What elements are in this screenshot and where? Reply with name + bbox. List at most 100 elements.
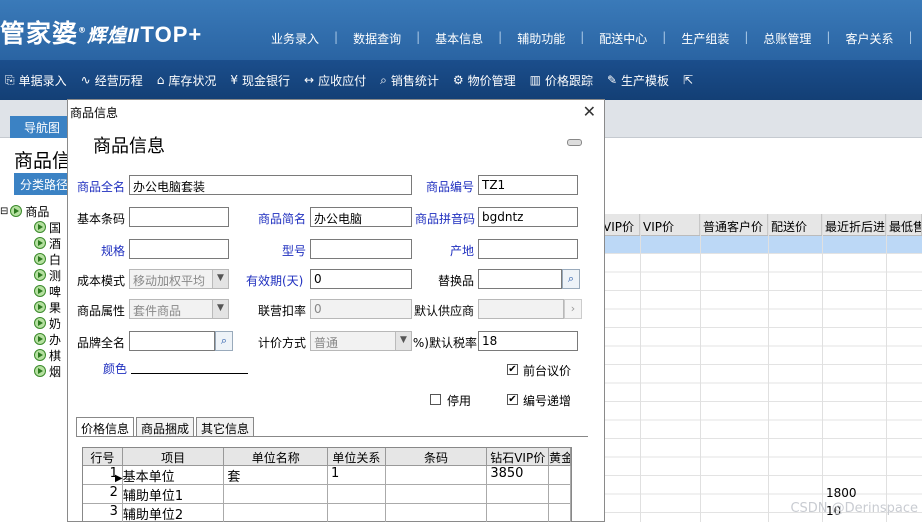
attr-select[interactable]: 套件商品 ▼ — [129, 299, 229, 319]
table-cell[interactable] — [487, 485, 550, 503]
row-item: 基本单位 — [122, 470, 175, 484]
table-row[interactable]: 3 辅助单位2 — [83, 504, 571, 522]
tree-item[interactable]: 果 — [0, 299, 70, 315]
table-row[interactable]: 1 ▶基本单位套 1 3850 — [83, 466, 571, 485]
price-column-header[interactable]: 行号 — [83, 448, 123, 465]
front-bargain-checkbox[interactable]: ✔ — [507, 364, 518, 375]
close-icon[interactable]: ✕ — [583, 102, 596, 121]
tab-other-info[interactable]: 其它信息 — [196, 417, 255, 437]
search-icon[interactable]: ⌕ — [215, 331, 233, 351]
pinyin-input[interactable]: bgdntz — [478, 207, 578, 227]
origin-input[interactable] — [478, 239, 578, 259]
collapse-button[interactable] — [567, 139, 582, 146]
cost-mode-select[interactable]: 移动加权平均 ▼ — [129, 269, 229, 289]
pricing-select[interactable]: 普通 ▼ — [310, 331, 412, 351]
spec-input[interactable] — [129, 239, 229, 259]
tree-item[interactable]: 测 — [0, 267, 70, 283]
table-cell[interactable] — [549, 466, 571, 484]
table-cell[interactable]: 辅助单位2 — [115, 504, 225, 522]
toolbar-button[interactable]: ∿ 经营历程 — [76, 72, 152, 89]
menu-item[interactable]: 生产组装 — [666, 30, 744, 47]
table-cell[interactable] — [224, 504, 328, 522]
toolbar-button[interactable]: ⇱ — [678, 73, 706, 87]
table-cell[interactable] — [487, 504, 550, 522]
expiry-input[interactable]: 0 — [310, 269, 412, 289]
tree-item[interactable]: 酒 — [0, 235, 70, 251]
model-input[interactable] — [310, 239, 412, 259]
price-column-header[interactable]: 单位关系 — [328, 448, 386, 465]
menu-item[interactable]: 基本信息 — [420, 30, 498, 47]
table-cell[interactable] — [224, 485, 328, 503]
substitute-input[interactable] — [478, 269, 562, 289]
toolbar-button[interactable]: ⌕ 销售统计 — [375, 72, 448, 89]
full-name-input[interactable]: 办公电脑套装 — [129, 175, 412, 195]
price-column-header[interactable]: 单位名称 — [224, 448, 328, 465]
search-icon[interactable]: ⌕ — [562, 269, 580, 289]
toolbar-button[interactable]: ▥ 价格跟踪 — [525, 72, 602, 89]
tree-label: 白 — [49, 252, 62, 267]
tree-item[interactable]: 烟 — [0, 363, 70, 379]
menu-item[interactable]: 辅助功能 — [502, 30, 580, 47]
toolbar-button[interactable]: ✎ 生产模板 — [602, 72, 678, 89]
menu-item[interactable]: 配送中心 — [584, 30, 662, 47]
search-icon[interactable]: › — [564, 299, 582, 319]
toolbar-button[interactable]: ⌂ 库存状况 — [152, 72, 226, 89]
table-row[interactable]: 2 辅助单位1 — [83, 485, 571, 504]
menu-item[interactable]: 业务录入 — [256, 30, 334, 47]
table-cell[interactable] — [549, 504, 571, 522]
menu-item[interactable]: 总账管理 — [748, 30, 826, 47]
tree-item[interactable]: 白 — [0, 251, 70, 267]
tab-navigation[interactable]: 导航图 — [10, 116, 72, 138]
tree-item[interactable]: 棋 — [0, 347, 70, 363]
tree-item[interactable]: 啤 — [0, 283, 70, 299]
tab-price-info[interactable]: 价格信息 — [76, 417, 135, 437]
tab-bundle[interactable]: 商品捆成 — [136, 417, 195, 437]
table-cell[interactable]: 套 — [224, 466, 328, 484]
table-cell[interactable]: ▶基本单位 — [115, 466, 225, 484]
menu-item[interactable]: 系 — [913, 30, 922, 47]
category-path-button[interactable]: 分类路径 — [14, 173, 74, 195]
color-field[interactable] — [131, 373, 248, 374]
table-cell[interactable] — [328, 485, 386, 503]
table-cell[interactable]: 3850 — [487, 466, 550, 484]
category-icon — [34, 333, 46, 345]
tree-label: 商品 — [25, 204, 50, 219]
code-input[interactable]: TZ1 — [478, 175, 578, 195]
dialog-titlebar[interactable]: 商品信息 ✕ — [68, 100, 604, 122]
table-cell[interactable] — [386, 485, 488, 503]
tree-item[interactable]: 办 — [0, 331, 70, 347]
table-cell[interactable]: 辅助单位1 — [115, 485, 225, 503]
menu-item[interactable]: 数据查询 — [338, 30, 416, 47]
table-cell[interactable] — [328, 504, 386, 522]
auto-increment-checkbox[interactable]: ✔ — [507, 394, 518, 405]
table-cell[interactable] — [386, 466, 488, 484]
toolbar-button[interactable]: ↔ 应收应付 — [299, 72, 375, 89]
barcode-input[interactable] — [129, 207, 229, 227]
tax-input[interactable]: 18 — [478, 331, 578, 351]
gear-icon: ⚙ — [452, 73, 464, 87]
joint-rate-input[interactable]: 0 — [310, 299, 412, 319]
short-name-input[interactable]: 办公电脑 — [310, 207, 412, 227]
table-cell[interactable] — [549, 485, 571, 503]
price-column-header[interactable]: 条码 — [386, 448, 488, 465]
tree-label: 啤 — [49, 284, 62, 299]
price-column-header[interactable]: 项目 — [123, 448, 225, 465]
disabled-checkbox[interactable] — [430, 394, 441, 405]
brand-input[interactable] — [129, 331, 215, 351]
supplier-input[interactable] — [478, 299, 564, 319]
table-cell[interactable] — [386, 504, 488, 522]
collapse-icon[interactable]: ⊟ — [0, 206, 8, 217]
tree-item[interactable]: 奶 — [0, 315, 70, 331]
toolbar-button[interactable]: ¥ 现金银行 — [225, 72, 299, 89]
toolbar-button[interactable]: ⚙ 物价管理 — [448, 72, 525, 89]
category-icon — [34, 237, 46, 249]
table-cell[interactable]: 1 — [328, 466, 386, 484]
price-column-header[interactable]: 黄金 — [549, 448, 571, 465]
toolbar-button[interactable]: ⎘ 单据录入 — [0, 72, 76, 89]
tree-root[interactable]: ⊟ 商品 — [0, 203, 70, 219]
tree-item[interactable]: 国 — [0, 219, 70, 235]
tree-label: 果 — [49, 300, 62, 315]
price-column-header[interactable]: 钻石VIP价 — [487, 448, 550, 465]
menu-item[interactable]: 客户关系 — [830, 30, 908, 47]
category-tree: ⊟ 商品国酒白测啤果奶办棋烟 — [0, 203, 70, 379]
